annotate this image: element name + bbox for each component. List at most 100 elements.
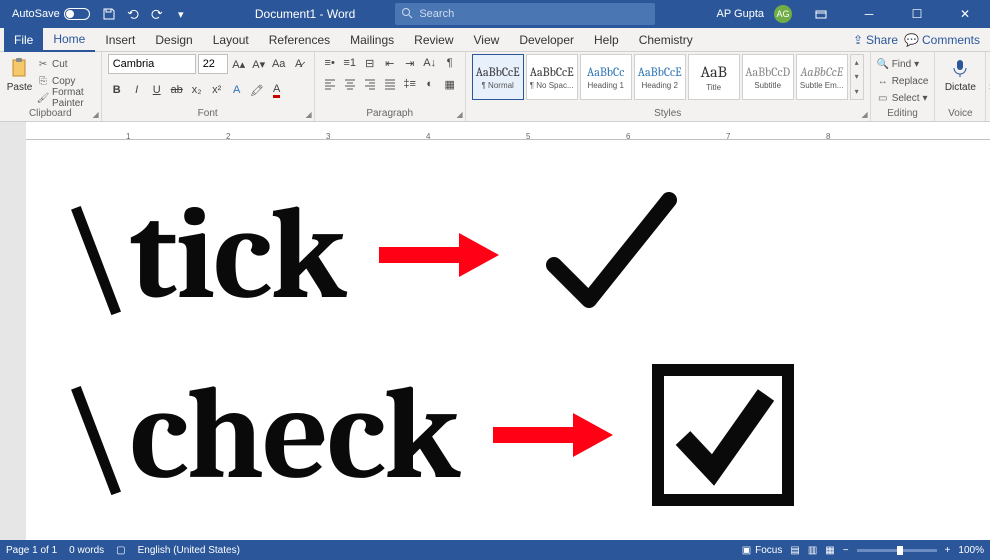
comments-button[interactable]: 💬Comments [904,33,980,47]
tab-file[interactable]: File [4,28,43,52]
tab-home[interactable]: Home [43,28,95,52]
decrease-indent-button[interactable]: ⇤ [381,54,399,72]
zoom-in-button[interactable]: + [945,545,951,556]
style-title[interactable]: AaBTitle [688,54,740,100]
zoom-out-button[interactable]: − [843,545,849,556]
horizontal-ruler[interactable]: 1 2 3 4 5 6 7 8 [26,122,990,140]
numbering-button[interactable]: ≡1 [341,54,359,72]
bullets-button[interactable]: ≡• [321,54,339,72]
tab-design[interactable]: Design [145,28,202,52]
toggle-off-icon [64,8,90,20]
style-heading-2[interactable]: AaBbCcEHeading 2 [634,54,686,100]
page-indicator[interactable]: Page 1 of 1 [6,545,57,556]
avatar[interactable]: AG [774,5,792,23]
word-count[interactable]: 0 words [69,545,104,556]
tab-view[interactable]: View [464,28,510,52]
underline-button[interactable]: U [148,81,166,99]
content-row-check: \check [66,360,950,510]
tab-mailings[interactable]: Mailings [340,28,404,52]
styles-more-button[interactable]: ▴▾▾ [850,54,864,100]
tab-chemistry[interactable]: Chemistry [629,28,703,52]
cut-button[interactable]: ✂Cut [37,57,95,72]
paste-button[interactable]: Paste [6,54,33,108]
ribbon-display-icon[interactable] [802,0,840,28]
zoom-slider[interactable] [857,549,937,552]
autosave-label: AutoSave [12,8,60,20]
minimize-button[interactable]: ─ [850,0,888,28]
share-button[interactable]: ⇪Share [853,33,898,47]
align-center-button[interactable] [341,75,359,93]
grow-font-button[interactable]: A▴ [230,55,248,73]
style-normal[interactable]: AaBbCcE¶ Normal [472,54,524,100]
style-subtitle[interactable]: AaBbCcDSubtitle [742,54,794,100]
style-subtle-emphasis[interactable]: AaBbCcESubtle Em... [796,54,848,100]
read-mode-icon[interactable]: ▥ [808,545,817,556]
chevron-down-icon: ▾ [855,72,859,81]
clipboard-launcher-icon[interactable]: ◢ [93,110,99,119]
redo-icon[interactable] [150,7,164,21]
font-name-combo[interactable]: Cambria [108,54,196,74]
content-row-tick: \tick [66,180,950,330]
checkbox-icon [648,360,798,510]
align-right-button[interactable] [361,75,379,93]
text-effects-button[interactable]: A [228,81,246,99]
zoom-value[interactable]: 100% [958,545,984,556]
undo-icon[interactable] [126,7,140,21]
highlight-button[interactable]: 🖍 [248,81,266,99]
font-color-button[interactable]: A [268,81,286,99]
style-no-spacing[interactable]: AaBbCcE¶ No Spac... [526,54,578,100]
replace-button[interactable]: ↔Replace [877,74,929,89]
select-button[interactable]: ▭Select ▾ [877,91,929,106]
line-spacing-button[interactable]: ‡≡ [401,75,419,93]
focus-mode-button[interactable]: ▣Focus [742,545,783,556]
clear-format-button[interactable]: A̷ [290,55,308,73]
web-layout-icon[interactable]: ▦ [825,545,834,556]
numbering-icon: ≡1 [343,57,356,69]
maximize-button[interactable]: ☐ [898,0,936,28]
user-name[interactable]: AP Gupta [717,8,765,20]
language-indicator[interactable]: English (United States) [138,545,240,556]
strike-button[interactable]: ab [168,81,186,99]
shrink-font-button[interactable]: A▾ [250,55,268,73]
bold-button[interactable]: B [108,81,126,99]
document-area[interactable]: \tick \check [26,140,990,540]
increase-indent-button[interactable]: ⇥ [401,54,419,72]
qat-dropdown-icon[interactable]: ▾ [174,7,188,21]
tab-references[interactable]: References [259,28,340,52]
save-icon[interactable] [102,7,116,21]
tab-insert[interactable]: Insert [95,28,145,52]
multilevel-button[interactable]: ⊟ [361,54,379,72]
ribbon-tabs: File Home Insert Design Layout Reference… [0,28,990,52]
show-marks-button[interactable]: ¶ [441,54,459,72]
format-painter-button[interactable]: 🖌Format Painter [37,91,95,106]
superscript-button[interactable]: x² [208,81,226,99]
sort-button[interactable]: A↓ [421,54,439,72]
shading-button[interactable]: ◐ [421,75,439,93]
change-case-button[interactable]: Aa [270,55,288,73]
print-layout-icon[interactable]: ▤ [790,545,799,556]
font-size-combo[interactable]: 22 [198,54,228,74]
autosave-toggle[interactable]: AutoSave [6,8,96,20]
search-box[interactable]: Search [395,3,655,25]
tab-layout[interactable]: Layout [203,28,259,52]
align-left-button[interactable] [321,75,339,93]
dictate-button[interactable]: Dictate [941,54,979,108]
styles-launcher-icon[interactable]: ◢ [862,110,868,119]
style-heading-1[interactable]: AaBbCcHeading 1 [580,54,632,100]
find-button[interactable]: 🔍Find ▾ [877,57,929,72]
tab-help[interactable]: Help [584,28,629,52]
italic-button[interactable]: I [128,81,146,99]
subscript-button[interactable]: x₂ [188,81,206,99]
copy-icon: ⎘ [37,75,49,87]
close-button[interactable]: ✕ [946,0,984,28]
tab-developer[interactable]: Developer [509,28,584,52]
justify-button[interactable] [381,75,399,93]
group-voice: Dictate Voice [935,52,986,121]
tab-review[interactable]: Review [404,28,463,52]
paragraph-launcher-icon[interactable]: ◢ [457,110,463,119]
font-launcher-icon[interactable]: ◢ [306,110,312,119]
spellcheck-icon[interactable]: ▢ [116,545,125,556]
borders-button[interactable]: ▦ [441,75,459,93]
tick-command-text: \tick [66,190,344,320]
checkmark-icon [534,180,684,330]
